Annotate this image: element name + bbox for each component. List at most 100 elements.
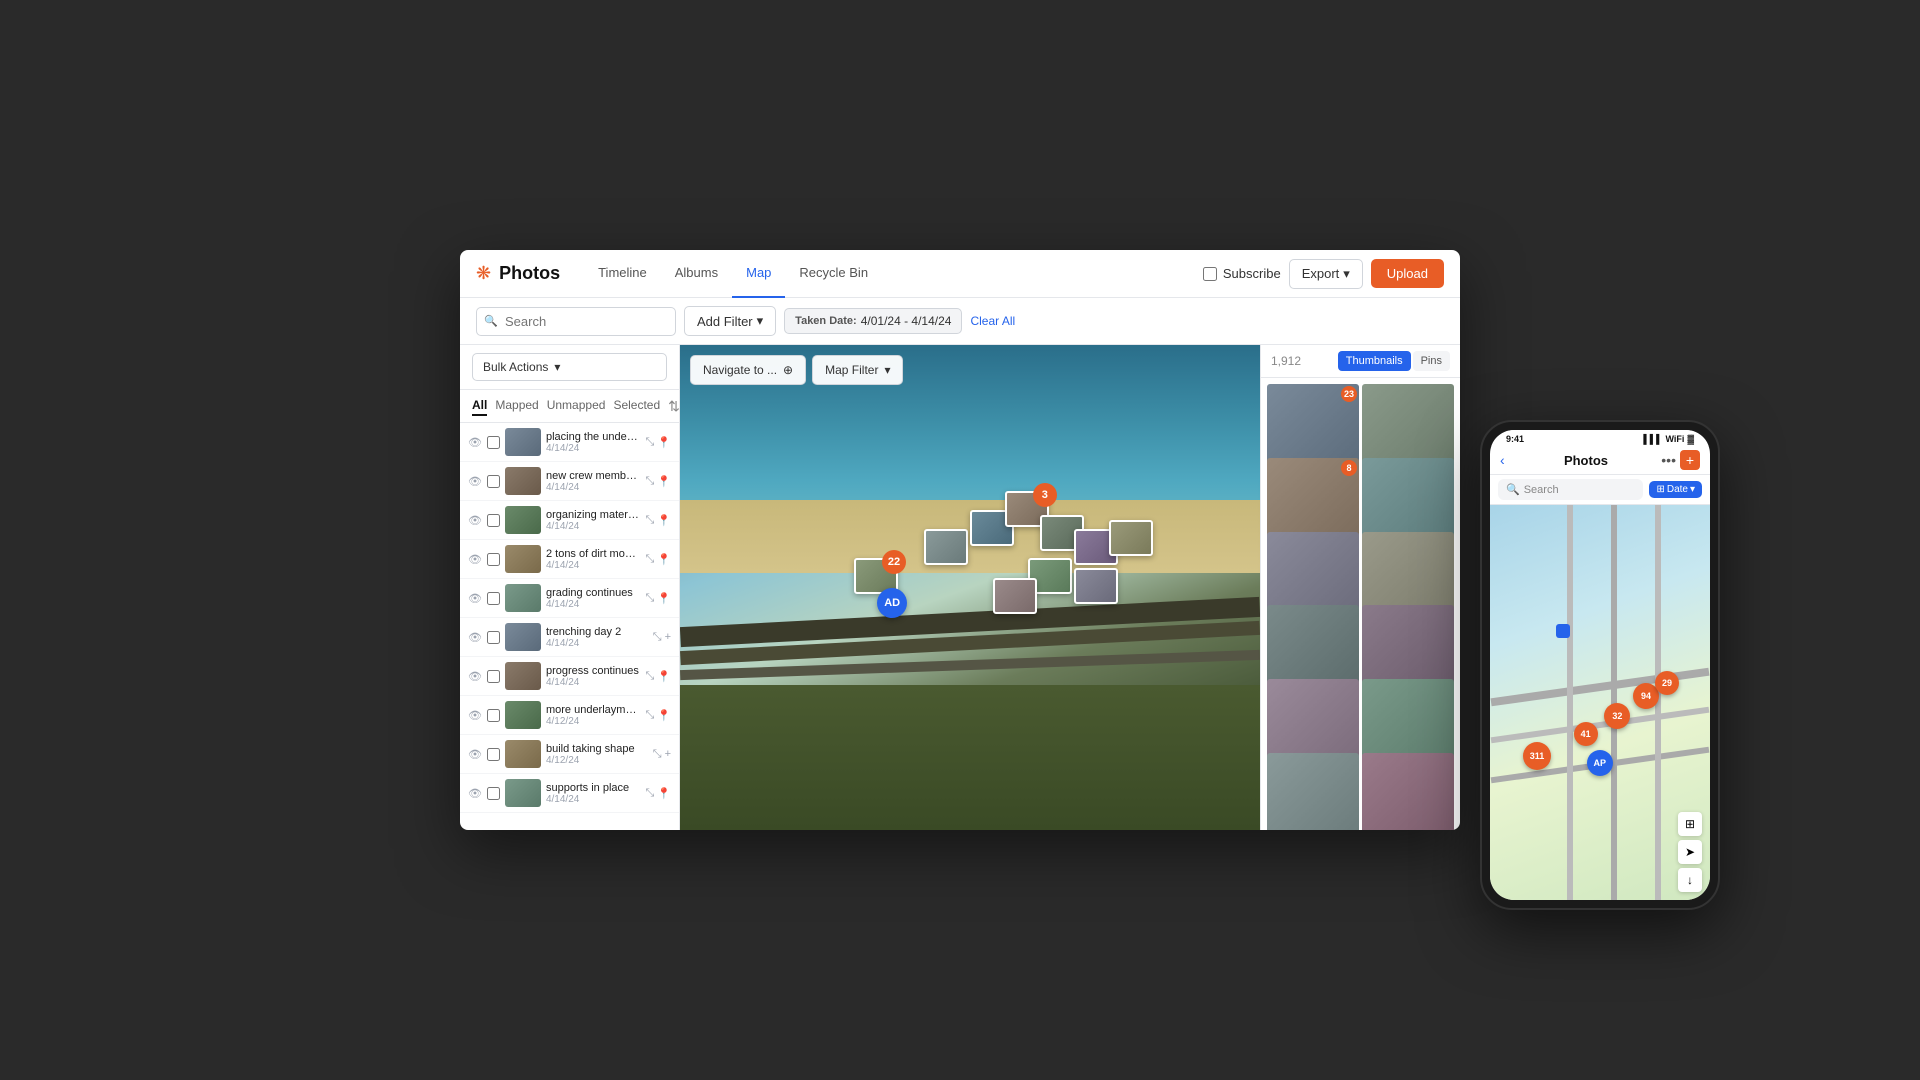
sort-icon[interactable]: ⇅: [668, 398, 680, 415]
search-input[interactable]: [476, 307, 676, 336]
list-item[interactable]: 👁 new crew members 4/14/24 ⤡ 📍: [460, 462, 679, 501]
phone-map-pin[interactable]: 29: [1655, 671, 1679, 695]
map-area[interactable]: Navigate to ... ⊕ Map Filter ▾ 22: [680, 345, 1260, 830]
expand-icon[interactable]: ⤡: [645, 592, 654, 605]
expand-icon[interactable]: ⤡: [653, 748, 662, 761]
pins-view-button[interactable]: Pins: [1413, 351, 1450, 371]
photo-info: organizing materials 4/14/24: [546, 509, 641, 532]
phone-map-pin[interactable]: 41: [1574, 722, 1598, 746]
item-checkbox[interactable]: [487, 475, 500, 488]
list-item[interactable]: 👁 trenching day 2 4/14/24 ⤡ +: [460, 618, 679, 657]
list-item[interactable]: 👁 2 tons of dirt moved 4/14/24 ⤡ 📍: [460, 540, 679, 579]
subscribe-checkbox[interactable]: [1203, 267, 1217, 281]
eye-icon[interactable]: 👁: [468, 475, 482, 488]
expand-icon[interactable]: ⤡: [645, 553, 654, 566]
map-filter-button[interactable]: Map Filter ▾: [812, 355, 903, 385]
pin-icon[interactable]: 📍: [657, 436, 671, 449]
map-cluster[interactable]: [1109, 520, 1153, 556]
tab-albums[interactable]: Albums: [661, 250, 732, 298]
list-item[interactable]: 👁 build taking shape 4/12/24 ⤡ +: [460, 735, 679, 774]
pin-icon[interactable]: 📍: [657, 475, 671, 488]
plus-icon[interactable]: +: [665, 631, 671, 643]
phone-location-button[interactable]: ➤: [1678, 840, 1702, 864]
expand-icon[interactable]: ⤡: [645, 514, 654, 527]
filter-tab-all[interactable]: All: [472, 396, 487, 416]
list-item[interactable]: 👁 placing the underla... 4/14/24 ⤡ 📍: [460, 423, 679, 462]
grid-thumb[interactable]: [1267, 753, 1359, 830]
phone-plus-button[interactable]: +: [1680, 450, 1700, 470]
export-button[interactable]: Export ▾: [1289, 259, 1363, 289]
phone-ap-pin[interactable]: AP: [1587, 750, 1613, 776]
phone-search-bar: 🔍 Search ⊞ Date ▾: [1490, 475, 1710, 505]
grid-thumb[interactable]: [1362, 753, 1454, 830]
list-item[interactable]: 👁 organizing materials 4/14/24 ⤡ 📍: [460, 501, 679, 540]
phone-map-pin[interactable]: 311: [1523, 742, 1551, 770]
photo-date: 4/14/24: [546, 560, 641, 571]
expand-icon[interactable]: ⤡: [645, 436, 654, 449]
map-cluster[interactable]: [924, 529, 968, 565]
item-checkbox[interactable]: [487, 514, 500, 527]
eye-icon[interactable]: 👁: [468, 436, 482, 449]
navigate-dropdown[interactable]: Navigate to ... ⊕: [690, 355, 806, 385]
phone-date-filter[interactable]: ⊞ Date ▾: [1649, 481, 1702, 498]
filter-tab-unmapped[interactable]: Unmapped: [547, 396, 606, 416]
eye-icon[interactable]: 👁: [468, 787, 482, 800]
phone-search-input[interactable]: 🔍 Search: [1498, 479, 1643, 500]
tab-map[interactable]: Map: [732, 250, 785, 298]
bulk-actions-button[interactable]: Bulk Actions ▾: [472, 353, 667, 381]
item-checkbox[interactable]: [487, 748, 500, 761]
expand-icon[interactable]: ⤡: [645, 475, 654, 488]
clear-all-button[interactable]: Clear All: [970, 314, 1015, 328]
item-checkbox[interactable]: [487, 709, 500, 722]
item-checkbox[interactable]: [487, 436, 500, 449]
photo-info: trenching day 2 4/14/24: [546, 626, 648, 649]
chevron-down-icon: ▾: [1690, 484, 1695, 495]
eye-icon[interactable]: 👁: [468, 553, 482, 566]
item-checkbox[interactable]: [487, 670, 500, 683]
item-checkbox[interactable]: [487, 787, 500, 800]
eye-icon[interactable]: 👁: [468, 631, 482, 644]
expand-icon[interactable]: ⤡: [645, 709, 654, 722]
list-item[interactable]: 👁 progress continues 4/14/24 ⤡ 📍: [460, 657, 679, 696]
upload-button[interactable]: Upload: [1371, 259, 1444, 288]
phone-back-button[interactable]: ‹: [1500, 452, 1505, 468]
eye-icon[interactable]: 👁: [468, 514, 482, 527]
list-item[interactable]: 👁 grading continues 4/14/24 ⤡ 📍: [460, 579, 679, 618]
tab-recycle-bin[interactable]: Recycle Bin: [785, 250, 882, 298]
phone-map-pin[interactable]: 32: [1604, 703, 1630, 729]
filter-tab-selected[interactable]: Selected: [613, 396, 660, 416]
plus-icon[interactable]: +: [665, 748, 671, 760]
list-item[interactable]: 👁 supports in place 4/14/24 ⤡ 📍: [460, 774, 679, 813]
expand-icon[interactable]: ⤡: [645, 670, 654, 683]
item-checkbox[interactable]: [487, 592, 500, 605]
pin-icon[interactable]: 📍: [657, 670, 671, 683]
phone-map[interactable]: 311 41 32 94 29 AP ⊞ ➤ ↓: [1490, 505, 1710, 900]
map-cluster[interactable]: [993, 578, 1037, 614]
ad-map-pin[interactable]: AD: [877, 588, 907, 618]
pin-icon[interactable]: 📍: [657, 709, 671, 722]
filter-tab-mapped[interactable]: Mapped: [495, 396, 538, 416]
item-checkbox[interactable]: [487, 553, 500, 566]
pin-icon[interactable]: 📍: [657, 553, 671, 566]
add-filter-button[interactable]: Add Filter ▾: [684, 306, 776, 336]
eye-icon[interactable]: 👁: [468, 709, 482, 722]
photo-info: supports in place 4/14/24: [546, 782, 641, 805]
phone-download-button[interactable]: ↓: [1678, 868, 1702, 892]
phone-layers-button[interactable]: ⊞: [1678, 812, 1702, 836]
eye-icon[interactable]: 👁: [468, 670, 482, 683]
pin-icon[interactable]: 📍: [657, 787, 671, 800]
eye-icon[interactable]: 👁: [468, 748, 482, 761]
tab-timeline[interactable]: Timeline: [584, 250, 661, 298]
expand-icon[interactable]: ⤡: [645, 787, 654, 800]
pin-icon[interactable]: 📍: [657, 592, 671, 605]
item-checkbox[interactable]: [487, 631, 500, 644]
list-item[interactable]: 👁 more underlayment 4/12/24 ⤡ 📍: [460, 696, 679, 735]
thumbnails-view-button[interactable]: Thumbnails: [1338, 351, 1411, 371]
eye-icon[interactable]: 👁: [468, 592, 482, 605]
phone-more-button[interactable]: •••: [1661, 452, 1676, 468]
map-cluster[interactable]: [1074, 568, 1118, 604]
pin-icon[interactable]: 📍: [657, 514, 671, 527]
expand-icon[interactable]: ⤡: [653, 631, 662, 644]
subscribe-label[interactable]: Subscribe: [1203, 266, 1281, 281]
photo-title: progress continues: [546, 665, 641, 677]
